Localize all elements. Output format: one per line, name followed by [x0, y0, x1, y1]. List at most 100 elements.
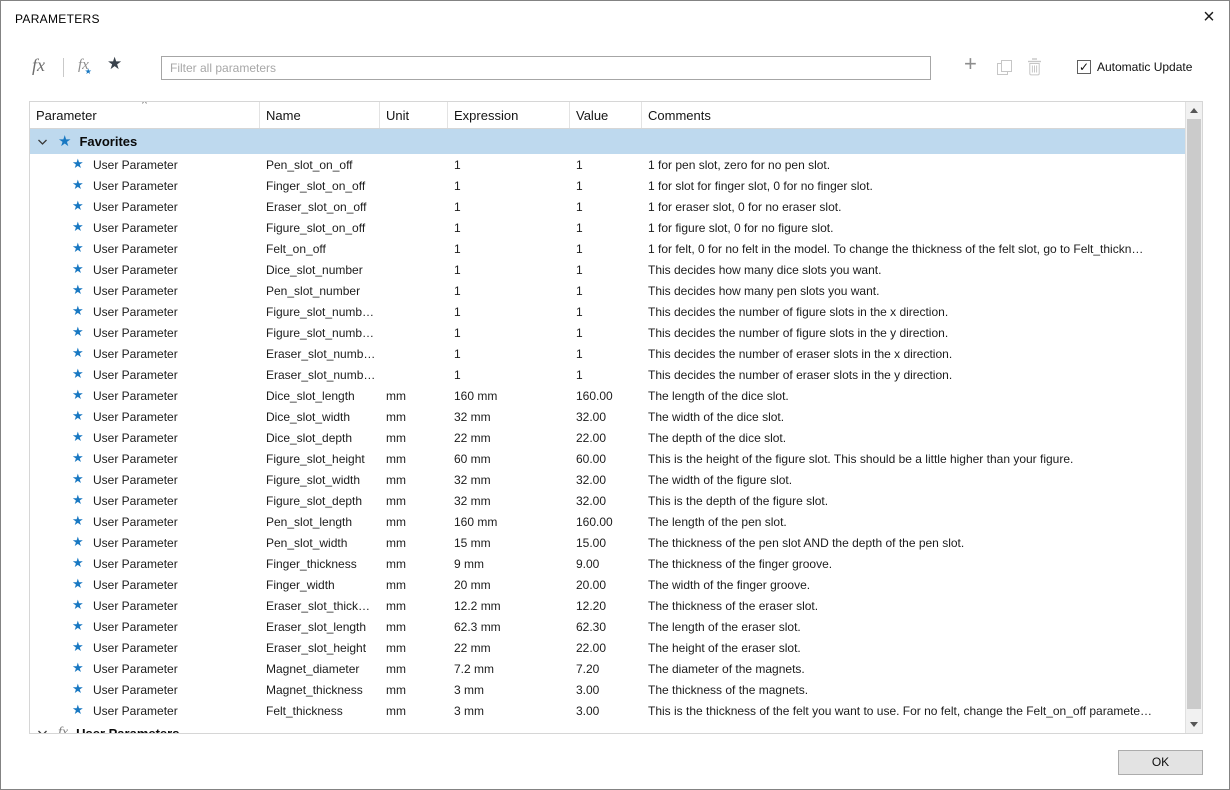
scroll-down-arrow[interactable]: [1186, 716, 1202, 733]
favorite-star-icon[interactable]: ★: [72, 158, 87, 171]
parameter-expression[interactable]: 1: [448, 263, 570, 277]
parameter-comments[interactable]: The height of the eraser slot.: [642, 641, 1185, 655]
parameter-expression[interactable]: 32 mm: [448, 494, 570, 508]
parameter-name[interactable]: Finger_slot_on_off: [260, 179, 380, 193]
favorite-star-icon[interactable]: ★: [72, 179, 87, 192]
parameter-name[interactable]: Eraser_slot_numb…: [260, 347, 380, 361]
parameter-comments[interactable]: This is the depth of the figure slot.: [642, 494, 1185, 508]
parameter-name[interactable]: Pen_slot_length: [260, 515, 380, 529]
favorite-star-icon[interactable]: ★: [72, 704, 87, 717]
group-row-favorites[interactable]: ★ Favorites: [30, 129, 1185, 154]
table-row[interactable]: ★ User Parameter Figure_slot_on_off 1 1 …: [30, 217, 1185, 238]
parameter-comments[interactable]: The thickness of the finger groove.: [642, 557, 1185, 571]
favorite-star-icon[interactable]: ★: [72, 221, 87, 234]
column-header-name[interactable]: Name: [260, 102, 380, 128]
table-row[interactable]: ★ User Parameter Figure_slot_numb… 1 1 T…: [30, 322, 1185, 343]
ok-button[interactable]: OK: [1118, 750, 1203, 775]
column-header-value[interactable]: Value: [570, 102, 642, 128]
parameter-comments[interactable]: This is the thickness of the felt you wa…: [642, 704, 1185, 718]
parameter-comments[interactable]: 1 for figure slot, 0 for no figure slot.: [642, 221, 1185, 235]
vertical-scrollbar[interactable]: [1185, 102, 1202, 733]
parameter-name[interactable]: Dice_slot_number: [260, 263, 380, 277]
favorite-star-icon[interactable]: ★: [72, 536, 87, 549]
parameter-comments[interactable]: This decides the number of eraser slots …: [642, 368, 1185, 382]
table-row[interactable]: ★ User Parameter Felt_on_off 1 1 1 for f…: [30, 238, 1185, 259]
favorite-star-icon[interactable]: ★: [72, 599, 87, 612]
parameter-expression[interactable]: 3 mm: [448, 704, 570, 718]
column-header-expression[interactable]: Expression: [448, 102, 570, 128]
parameter-name[interactable]: Pen_slot_number: [260, 284, 380, 298]
favorite-star-icon[interactable]: ★: [72, 326, 87, 339]
close-icon[interactable]: ×: [1195, 3, 1223, 31]
favorite-star-icon[interactable]: ★: [72, 557, 87, 570]
parameter-comments[interactable]: 1 for felt, 0 for no felt in the model. …: [642, 242, 1185, 256]
parameter-expression[interactable]: 3 mm: [448, 683, 570, 697]
favorite-star-icon[interactable]: ★: [72, 431, 87, 444]
parameter-comments[interactable]: The thickness of the magnets.: [642, 683, 1185, 697]
parameter-name[interactable]: Eraser_slot_numb…: [260, 368, 380, 382]
parameter-expression[interactable]: 20 mm: [448, 578, 570, 592]
parameter-comments[interactable]: The length of the eraser slot.: [642, 620, 1185, 634]
favorite-star-icon[interactable]: ★: [72, 515, 87, 528]
column-header-comments[interactable]: Comments: [642, 102, 1185, 128]
chevron-down-icon[interactable]: [37, 138, 48, 146]
table-row[interactable]: ★ User Parameter Figure_slot_numb… 1 1 T…: [30, 301, 1185, 322]
parameter-expression[interactable]: 22 mm: [448, 431, 570, 445]
table-row[interactable]: ★ User Parameter Pen_slot_width mm 15 mm…: [30, 532, 1185, 553]
parameter-name[interactable]: Figure_slot_height: [260, 452, 380, 466]
parameter-expression[interactable]: 22 mm: [448, 641, 570, 655]
favorite-star-icon[interactable]: ★: [72, 263, 87, 276]
parameter-name[interactable]: Dice_slot_length: [260, 389, 380, 403]
parameter-expression[interactable]: 32 mm: [448, 473, 570, 487]
parameter-name[interactable]: Figure_slot_on_off: [260, 221, 380, 235]
favorite-star-icon[interactable]: ★: [72, 662, 87, 675]
parameter-expression[interactable]: 1: [448, 242, 570, 256]
chevron-down-icon[interactable]: [37, 729, 48, 733]
scrollbar-thumb[interactable]: [1187, 119, 1201, 709]
table-row[interactable]: ★ User Parameter Pen_slot_on_off 1 1 1 f…: [30, 154, 1185, 175]
automatic-update-toggle[interactable]: ✓ Automatic Update: [1077, 60, 1192, 74]
parameter-comments[interactable]: The thickness of the pen slot AND the de…: [642, 536, 1185, 550]
parameter-name[interactable]: Pen_slot_on_off: [260, 158, 380, 172]
favorite-star-icon[interactable]: ★: [72, 578, 87, 591]
table-row[interactable]: ★ User Parameter Finger_slot_on_off 1 1 …: [30, 175, 1185, 196]
table-row[interactable]: ★ User Parameter Eraser_slot_numb… 1 1 T…: [30, 343, 1185, 364]
parameter-comments[interactable]: This decides the number of eraser slots …: [642, 347, 1185, 361]
table-row[interactable]: ★ User Parameter Pen_slot_number 1 1 Thi…: [30, 280, 1185, 301]
table-row[interactable]: ★ User Parameter Eraser_slot_numb… 1 1 T…: [30, 364, 1185, 385]
table-row[interactable]: ★ User Parameter Finger_thickness mm 9 m…: [30, 553, 1185, 574]
parameter-comments[interactable]: The width of the figure slot.: [642, 473, 1185, 487]
parameter-name[interactable]: Eraser_slot_length: [260, 620, 380, 634]
fx-user-parameter-icon[interactable]: fx ★: [78, 57, 92, 76]
scroll-up-arrow[interactable]: [1186, 102, 1202, 119]
parameter-expression[interactable]: 1: [448, 305, 570, 319]
delete-parameter-icon[interactable]: [1027, 58, 1042, 81]
column-header-parameter[interactable]: ^ Parameter: [30, 102, 260, 128]
parameter-comments[interactable]: The width of the dice slot.: [642, 410, 1185, 424]
favorite-star-icon[interactable]: ★: [72, 473, 87, 486]
parameter-name[interactable]: Finger_width: [260, 578, 380, 592]
parameter-name[interactable]: Magnet_diameter: [260, 662, 380, 676]
favorite-star-icon[interactable]: ★: [72, 452, 87, 465]
group-row-user-parameters[interactable]: fx User Parameters: [30, 721, 1185, 733]
favorite-star-icon[interactable]: ★: [72, 242, 87, 255]
favorites-filter-star-icon[interactable]: ★: [107, 54, 122, 74]
table-row[interactable]: ★ User Parameter Eraser_slot_height mm 2…: [30, 637, 1185, 658]
favorite-star-icon[interactable]: ★: [72, 305, 87, 318]
parameter-name[interactable]: Figure_slot_width: [260, 473, 380, 487]
parameter-name[interactable]: Figure_slot_depth: [260, 494, 380, 508]
parameter-comments[interactable]: 1 for pen slot, zero for no pen slot.: [642, 158, 1185, 172]
parameter-expression[interactable]: 1: [448, 368, 570, 382]
parameter-comments[interactable]: This is the height of the figure slot. T…: [642, 452, 1185, 466]
parameter-name[interactable]: Pen_slot_width: [260, 536, 380, 550]
table-row[interactable]: ★ User Parameter Magnet_thickness mm 3 m…: [30, 679, 1185, 700]
parameter-name[interactable]: Eraser_slot_on_off: [260, 200, 380, 214]
parameter-expression[interactable]: 160 mm: [448, 515, 570, 529]
parameter-expression[interactable]: 1: [448, 200, 570, 214]
favorite-star-icon[interactable]: ★: [72, 284, 87, 297]
parameter-name[interactable]: Felt_thickness: [260, 704, 380, 718]
parameter-comments[interactable]: The width of the finger groove.: [642, 578, 1185, 592]
favorite-star-icon[interactable]: ★: [72, 368, 87, 381]
parameter-comments[interactable]: This decides the number of figure slots …: [642, 305, 1185, 319]
parameter-expression[interactable]: 12.2 mm: [448, 599, 570, 613]
